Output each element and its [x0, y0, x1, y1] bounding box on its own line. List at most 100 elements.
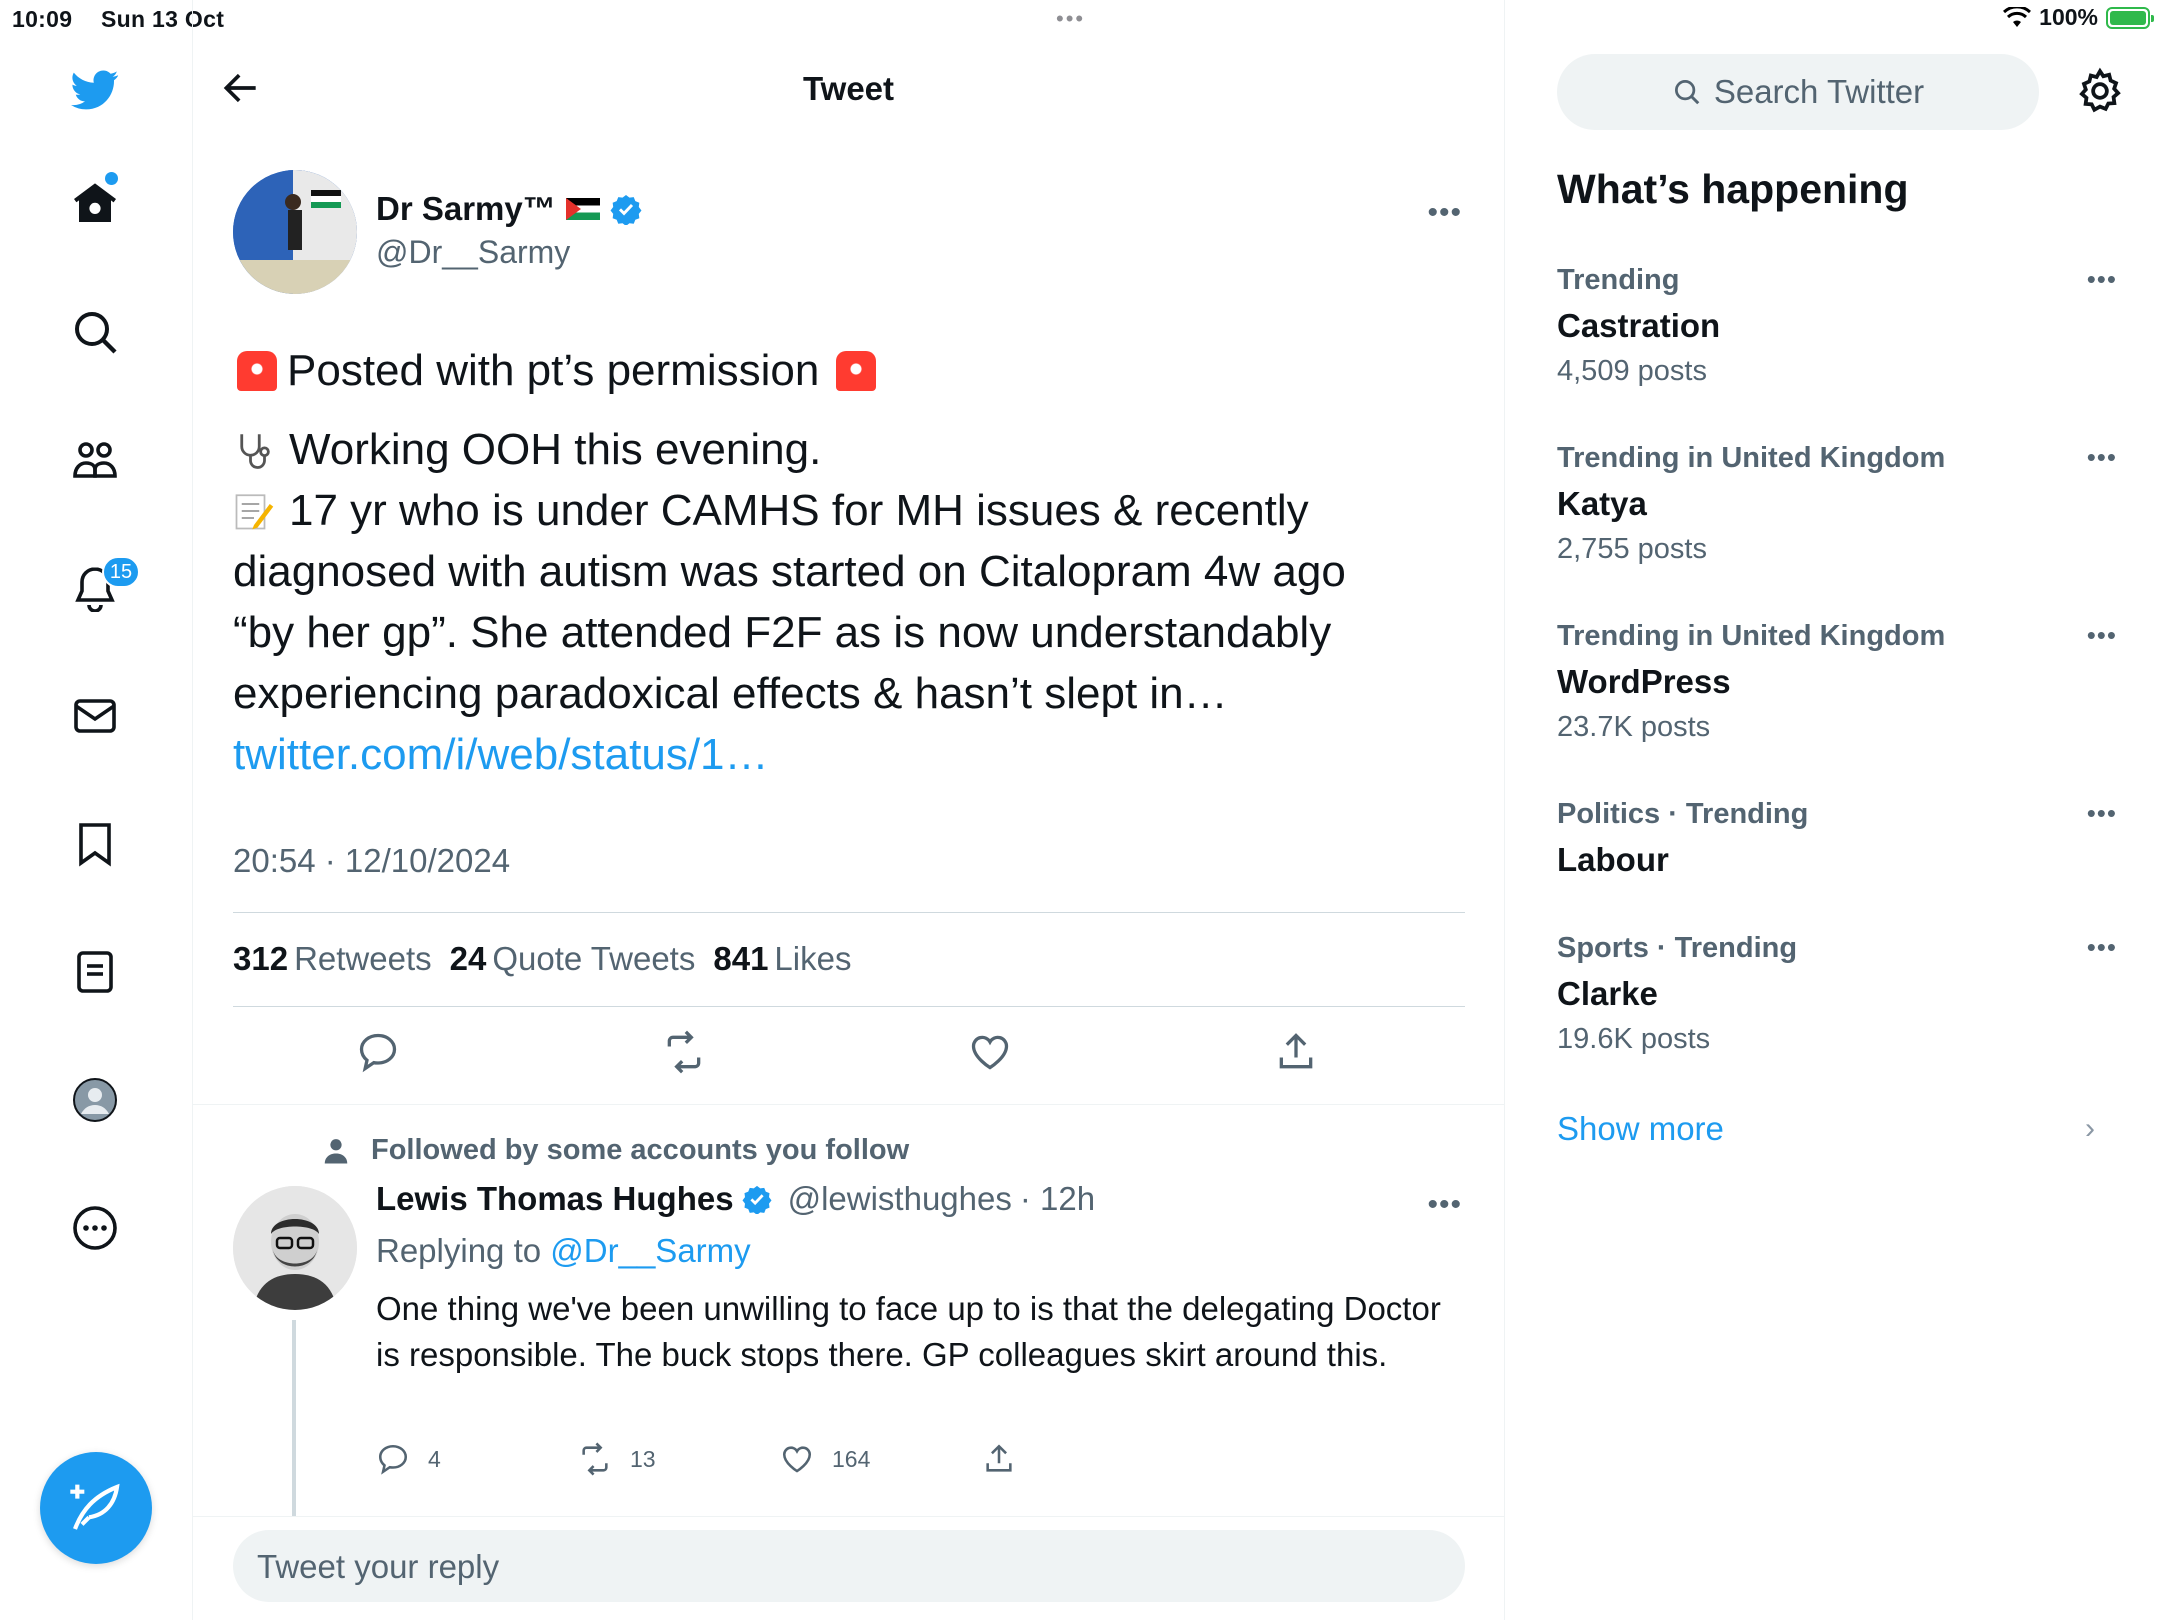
trend-item[interactable]: Politics · Trending Labour ••• [1557, 798, 2117, 879]
trend-category: Politics · Trending [1557, 798, 1809, 830]
more-options-icon[interactable] [67, 1200, 123, 1256]
siren-emoji-icon [835, 351, 876, 391]
page-title: Tweet [802, 70, 895, 107]
memo-emoji-icon [235, 494, 274, 530]
trend-count: 23.7K posts [1557, 711, 1711, 743]
reply-author-handle[interactable]: @lewisthughes [788, 1180, 1012, 1218]
reply-header: Lewis Thomas Hughes @lewisthughes · 12h [376, 1180, 1095, 1218]
reply-retweet-button[interactable]: 13 [578, 1442, 656, 1476]
tweet-reply-input[interactable]: Tweet your reply [233, 1530, 1465, 1602]
thread-line [292, 1320, 296, 1516]
profile-icon[interactable] [67, 1072, 123, 1128]
bookmarks-icon[interactable] [67, 816, 123, 872]
tweet-link[interactable]: twitter.com/i/web/status/1… [233, 724, 1473, 785]
trend-item[interactable]: Trending Castration 4,509 posts ••• [1557, 264, 2117, 388]
tweet-line-3d: experiencing paradoxical effects & hasn’… [233, 669, 1228, 718]
home-unread-dot [105, 172, 118, 185]
main-column: Tweet Dr Sarmy™ @Dr__Sarmy ••• Posted wi… [193, 0, 1505, 1620]
trend-name: Katya [1557, 485, 1647, 522]
lists-icon[interactable] [67, 944, 123, 1000]
messages-icon[interactable] [67, 688, 123, 744]
retweet-icon[interactable] [662, 1030, 712, 1080]
retweet-icon [582, 1442, 608, 1476]
trend-more-icon[interactable]: ••• [2087, 442, 2117, 473]
trend-item[interactable]: Sports · Trending Clarke 19.6K posts ••• [1557, 932, 2117, 1056]
show-more-link[interactable]: Show more [1557, 1110, 1724, 1148]
trend-more-icon[interactable]: ••• [2087, 264, 2117, 295]
tweet-timestamp[interactable]: 20:54 · 12/10/2024 [233, 842, 510, 880]
trend-name: WordPress [1557, 663, 1731, 700]
tweet-more-icon[interactable]: ••• [1427, 196, 1462, 230]
trend-count: 19.6K posts [1557, 1023, 1711, 1055]
reply-like-button[interactable]: 164 [780, 1442, 870, 1476]
trend-item[interactable]: Trending in United Kingdom WordPress 23.… [1557, 620, 2117, 744]
reply-share-button[interactable] [982, 1442, 1016, 1476]
trend-count: 4,509 posts [1557, 355, 1707, 387]
reply-time[interactable]: · 12h [1020, 1180, 1095, 1218]
trend-category: Sports · Trending [1557, 932, 1798, 964]
reply-like-count: 164 [832, 1445, 871, 1472]
search-input[interactable]: Search Twitter [1557, 54, 2039, 130]
share-icon[interactable] [1274, 1030, 1324, 1080]
author-avatar[interactable] [233, 170, 357, 294]
siren-emoji-icon [237, 351, 277, 391]
likes-count: 841 [713, 940, 769, 977]
reply-retweet-count: 13 [630, 1445, 656, 1472]
likes-stat[interactable]: 841 Likes [713, 940, 851, 978]
right-sidebar: Search Twitter What’s happening Trending… [1505, 0, 2160, 1620]
quote-tweets-stat[interactable]: 24 Quote Tweets [450, 940, 696, 978]
search-placeholder: Search Twitter [1713, 73, 1925, 110]
replying-handle[interactable]: @Dr__Sarmy [550, 1232, 750, 1269]
reply-text: One thing we've been unwilling to face u… [376, 1290, 1441, 1373]
tweet-actions [233, 1030, 1465, 1086]
share-icon [986, 1444, 1012, 1472]
reply-author-avatar[interactable] [233, 1186, 357, 1310]
reply-reply-button[interactable]: 4 [376, 1442, 441, 1476]
tweet-line-3c: “by her gp”. She attended F2F as is now … [233, 608, 1332, 657]
stethoscope-emoji-icon [240, 434, 270, 469]
twitter-logo-icon[interactable] [67, 62, 123, 118]
reply-icon [378, 1444, 408, 1475]
trend-category: Trending [1557, 264, 1680, 296]
trend-count: 2,755 posts [1557, 533, 1707, 565]
reply-actions: 4 13 164 [376, 1442, 1076, 1482]
search-icon[interactable] [67, 304, 123, 360]
quotes-label: Quote Tweets [492, 940, 696, 977]
reply-author-name[interactable]: Lewis Thomas Hughes [376, 1180, 734, 1218]
social-context: Followed by some accounts you follow [321, 1134, 909, 1167]
whats-happening-heading: What’s happening [1557, 166, 1909, 212]
like-icon[interactable] [968, 1030, 1018, 1080]
replying-to: Replying to @Dr__Sarmy [376, 1232, 751, 1270]
quotes-count: 24 [449, 940, 487, 977]
compose-tweet-button[interactable] [40, 1452, 152, 1564]
reply-more-icon[interactable]: ••• [1427, 1188, 1462, 1222]
notifications-badge: 15 [102, 556, 140, 588]
author-name[interactable]: Dr Sarmy™ [376, 190, 642, 228]
divider [233, 912, 1465, 913]
divider [233, 1006, 1465, 1007]
communities-icon[interactable] [67, 432, 123, 488]
home-icon[interactable] [67, 176, 123, 232]
section-divider [193, 1104, 1505, 1105]
author-handle[interactable]: @Dr__Sarmy [376, 234, 570, 271]
like-icon [782, 1446, 812, 1473]
chevron-right-icon[interactable]: › [2085, 1112, 2095, 1146]
trend-more-icon[interactable]: ••• [2087, 798, 2117, 829]
likes-label: Likes [774, 940, 852, 977]
trend-more-icon[interactable]: ••• [2087, 932, 2117, 963]
reply-reply-count: 4 [428, 1445, 441, 1472]
retweets-label: Retweets [294, 940, 432, 977]
left-nav: 15 [0, 0, 193, 1620]
trend-name: Clarke [1557, 975, 1658, 1012]
settings-gear-icon[interactable] [2075, 66, 2125, 116]
tweet-line-2: Working OOH this evening. [289, 425, 822, 474]
trend-category: Trending in United Kingdom [1557, 442, 1946, 474]
retweets-stat[interactable]: 312 Retweets [233, 940, 432, 978]
tweet-stats: 312 Retweets 24 Quote Tweets 841 Likes [233, 940, 851, 978]
verified-badge-icon [742, 1185, 772, 1214]
reply-icon[interactable] [356, 1030, 406, 1080]
retweets-count: 312 [233, 940, 289, 977]
trend-item[interactable]: Trending in United Kingdom Katya 2,755 p… [1557, 442, 2117, 566]
trend-name: Labour [1557, 841, 1669, 878]
trend-more-icon[interactable]: ••• [2087, 620, 2117, 651]
